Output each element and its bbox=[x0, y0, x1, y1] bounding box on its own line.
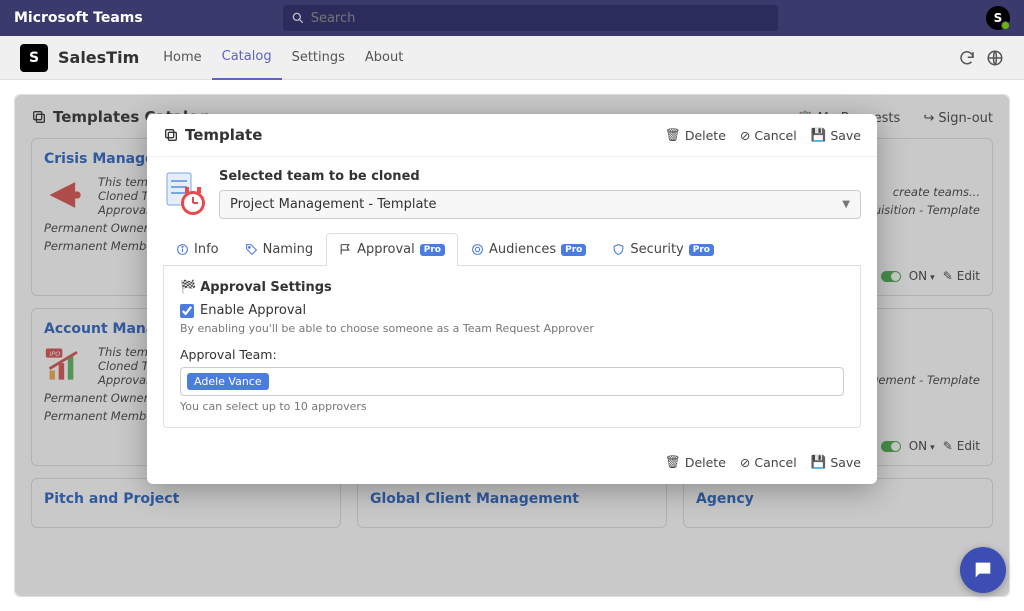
pro-badge: Pro bbox=[420, 244, 445, 256]
tab-naming[interactable]: Naming bbox=[232, 233, 326, 265]
chat-fab[interactable] bbox=[960, 547, 1006, 593]
teams-title: Microsoft Teams bbox=[14, 10, 143, 26]
delete-button[interactable]: 🗑 Delete bbox=[665, 127, 726, 143]
search-box[interactable] bbox=[283, 5, 778, 31]
approval-team-help: You can select up to 10 approvers bbox=[180, 400, 844, 413]
refresh-icon[interactable] bbox=[958, 49, 976, 67]
shield-icon bbox=[612, 243, 625, 256]
team-select[interactable]: Project Management - Template ▼ bbox=[219, 190, 861, 219]
search-wrap bbox=[283, 5, 778, 31]
template-modal: Template 🗑 Delete ⊘ Cancel 💾 Save bbox=[147, 114, 877, 484]
approval-team-input[interactable]: Adele Vance bbox=[180, 367, 844, 396]
nav-settings[interactable]: Settings bbox=[282, 36, 355, 80]
chat-icon bbox=[972, 559, 994, 581]
nav-catalog[interactable]: Catalog bbox=[212, 36, 282, 80]
modal-body: Selected team to be cloned Project Manag… bbox=[147, 157, 877, 444]
info-icon bbox=[176, 243, 189, 256]
delete-button[interactable]: 🗑 Delete bbox=[665, 454, 726, 470]
flag-icon bbox=[339, 243, 352, 256]
section-title: 🏁Approval Settings bbox=[180, 280, 844, 295]
app-actions bbox=[958, 49, 1004, 67]
chevron-down-icon: ▼ bbox=[842, 199, 850, 210]
avatar[interactable]: S bbox=[986, 6, 1010, 30]
pro-badge: Pro bbox=[561, 244, 586, 256]
save-button[interactable]: 💾 Save bbox=[811, 454, 861, 470]
app-logo: S bbox=[20, 44, 48, 72]
enable-approval-label: Enable Approval bbox=[200, 303, 306, 318]
enable-approval-help: By enabling you'll be able to choose som… bbox=[180, 322, 844, 335]
pro-badge: Pro bbox=[689, 244, 714, 256]
cancel-button[interactable]: ⊘ Cancel bbox=[740, 127, 797, 143]
approval-team-label: Approval Team: bbox=[180, 347, 844, 362]
modal-title: Template bbox=[185, 126, 262, 144]
search-input[interactable] bbox=[311, 11, 770, 26]
nav-about[interactable]: About bbox=[355, 36, 413, 80]
tab-security[interactable]: Security Pro bbox=[599, 233, 727, 265]
tab-info[interactable]: Info bbox=[163, 233, 232, 265]
enable-approval-row[interactable]: Enable Approval bbox=[180, 303, 844, 318]
copy-icon bbox=[163, 127, 179, 143]
clipboard-clock-icon bbox=[163, 169, 207, 219]
tabs: Info Naming Approval Pro Audiences Pro bbox=[163, 233, 861, 266]
approval-panel: 🏁Approval Settings Enable Approval By en… bbox=[163, 266, 861, 428]
modal-footer: 🗑 Delete ⊘ Cancel 💾 Save bbox=[147, 444, 877, 484]
teams-header: Microsoft Teams S bbox=[0, 0, 1024, 36]
approver-tag[interactable]: Adele Vance bbox=[187, 373, 269, 390]
app-header: S SalesTim Home Catalog Settings About bbox=[0, 36, 1024, 80]
tab-approval[interactable]: Approval Pro bbox=[326, 233, 458, 265]
search-icon bbox=[291, 11, 305, 25]
target-icon bbox=[471, 243, 484, 256]
app-name: SalesTim bbox=[58, 48, 139, 67]
enable-approval-checkbox[interactable] bbox=[180, 304, 194, 318]
nav-home[interactable]: Home bbox=[153, 36, 211, 80]
tag-icon bbox=[245, 243, 258, 256]
save-button[interactable]: 💾 Save bbox=[811, 127, 861, 143]
selected-team-label: Selected team to be cloned bbox=[219, 169, 861, 184]
team-select-value: Project Management - Template bbox=[230, 197, 437, 212]
globe-icon[interactable] bbox=[986, 49, 1004, 67]
cancel-button[interactable]: ⊘ Cancel bbox=[740, 454, 797, 470]
tab-audiences[interactable]: Audiences Pro bbox=[458, 233, 599, 265]
modal-header: Template 🗑 Delete ⊘ Cancel 💾 Save bbox=[147, 114, 877, 157]
